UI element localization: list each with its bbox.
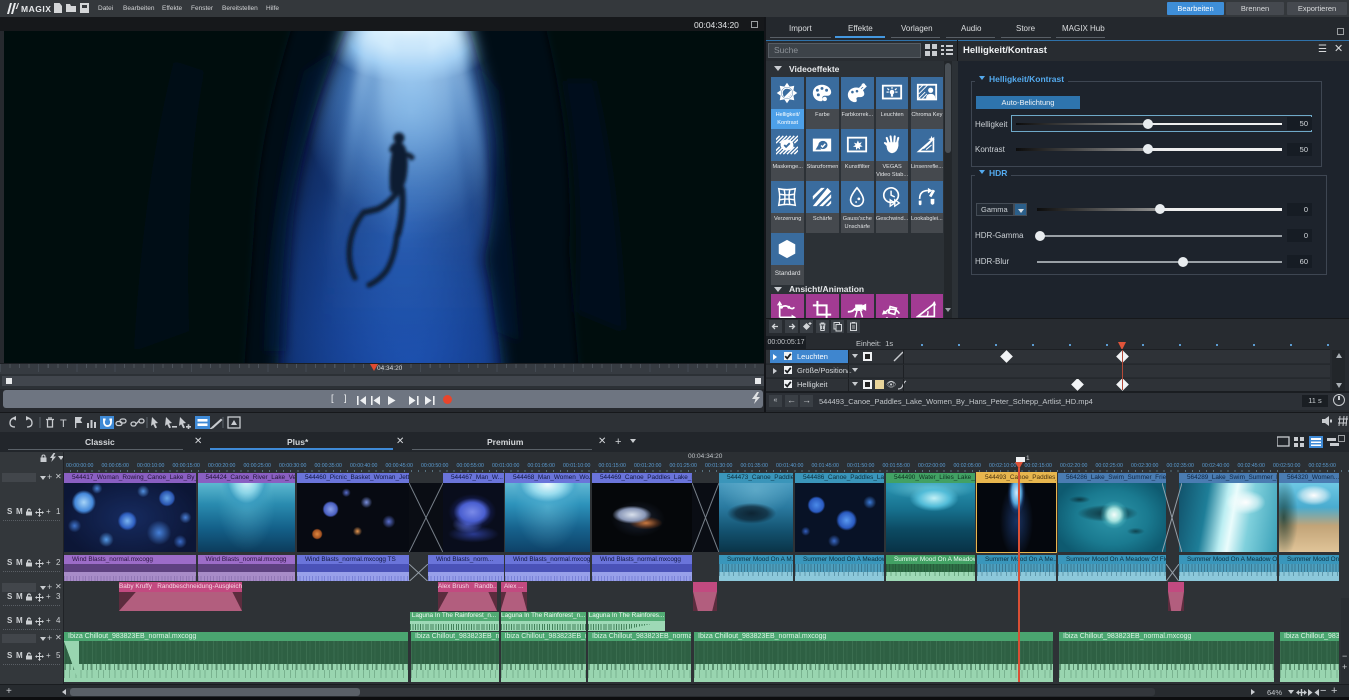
svg-text:T: T <box>60 418 67 429</box>
